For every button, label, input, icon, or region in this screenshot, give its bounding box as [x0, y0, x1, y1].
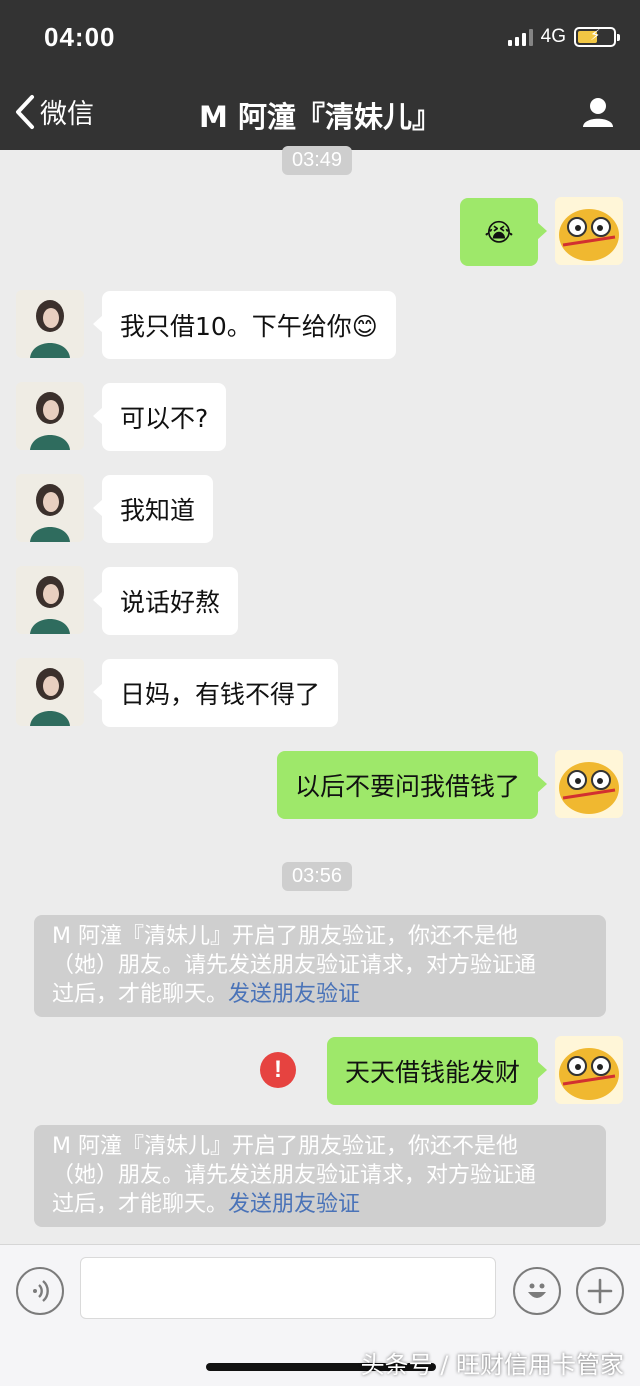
- signal-icon: [507, 28, 533, 46]
- message-bubble-sent[interactable]: 以后不要问我借钱了: [276, 751, 548, 819]
- more-button[interactable]: [576, 1267, 624, 1315]
- system-notice-line: M 阿潼『清妹儿』开启了朋友验证，你还不是他: [52, 1134, 518, 1159]
- network-type: 4G: [540, 26, 566, 47]
- battery-icon: ⚡: [574, 26, 620, 47]
- send-failed-icon[interactable]: !: [260, 1052, 296, 1088]
- message-input[interactable]: [80, 1257, 496, 1319]
- girl-avatar-icon: [16, 658, 84, 726]
- contact-avatar[interactable]: [16, 290, 84, 358]
- contact-avatar[interactable]: [16, 382, 84, 450]
- person-icon: [583, 98, 613, 127]
- voice-button[interactable]: [16, 1267, 64, 1315]
- message-bubble-received[interactable]: 可以不?: [92, 383, 227, 451]
- status-time: 04:00: [44, 22, 116, 52]
- contact-avatar[interactable]: [16, 474, 84, 542]
- system-notice-line: 过后，才能聊天。发送朋友验证: [52, 982, 361, 1007]
- plus-icon: [587, 1278, 613, 1304]
- emoji-button[interactable]: [513, 1267, 561, 1315]
- system-notice-line: （她）朋友。请先发送朋友验证请求，对方验证通: [52, 953, 537, 978]
- title-bar: 04:00 4G ⚡ 微信 M 阿潼『清妹儿』: [0, 0, 640, 150]
- girl-avatar-icon: [16, 290, 84, 358]
- voice-icon: [33, 1280, 49, 1302]
- system-notice: M 阿潼『清妹儿』开启了朋友验证，你还不是他 （她）朋友。请先发送朋友验证请求，…: [34, 1125, 606, 1227]
- cartoon-avatar-icon: [559, 1048, 619, 1100]
- message-bubble-sent[interactable]: 天天借钱能发财: [326, 1037, 548, 1105]
- system-notice-line: M 阿潼『清妹儿』开启了朋友验证，你还不是他: [52, 924, 518, 949]
- system-notice-line: 过后，才能聊天。发送朋友验证: [52, 1192, 361, 1217]
- girl-avatar-icon: [16, 382, 84, 450]
- send-verification-link[interactable]: 发送朋友验证: [228, 982, 360, 1007]
- watermark: 头条号 / 旺财信用卡管家: [360, 1351, 624, 1379]
- input-bar: 头条号 / 旺财信用卡管家: [0, 1244, 640, 1386]
- timestamp: 03:56: [282, 862, 353, 891]
- girl-avatar-icon: [16, 474, 84, 542]
- chat-title: M 阿潼『清妹儿』: [199, 100, 441, 134]
- message-bubble-sent[interactable]: 😭: [460, 198, 547, 266]
- contact-avatar[interactable]: [16, 566, 84, 634]
- message-bubble-received[interactable]: 日妈，有钱不得了: [92, 659, 339, 727]
- girl-avatar-icon: [16, 566, 84, 634]
- contact-avatar[interactable]: [16, 658, 84, 726]
- system-notice-line: （她）朋友。请先发送朋友验证请求，对方验证通: [52, 1163, 537, 1188]
- status-indicators: 4G ⚡: [507, 26, 620, 48]
- message-bubble-received[interactable]: 我只借10。下午给你😊: [93, 291, 396, 359]
- cartoon-avatar-icon: [559, 762, 619, 814]
- contact-info-button[interactable]: [582, 96, 614, 132]
- timestamp: 03:49: [282, 146, 353, 175]
- message-bubble-received[interactable]: 说话好熬: [92, 567, 239, 635]
- cartoon-avatar-icon: [559, 209, 619, 261]
- my-avatar[interactable]: [555, 197, 623, 265]
- send-verification-link[interactable]: 发送朋友验证: [228, 1192, 360, 1217]
- smiley-icon: [528, 1283, 546, 1298]
- system-notice: M 阿潼『清妹儿』开启了朋友验证，你还不是他 （她）朋友。请先发送朋友验证请求，…: [34, 915, 606, 1017]
- my-avatar[interactable]: [555, 750, 623, 818]
- message-bubble-received[interactable]: 我知道: [92, 475, 214, 543]
- my-avatar[interactable]: [555, 1036, 623, 1104]
